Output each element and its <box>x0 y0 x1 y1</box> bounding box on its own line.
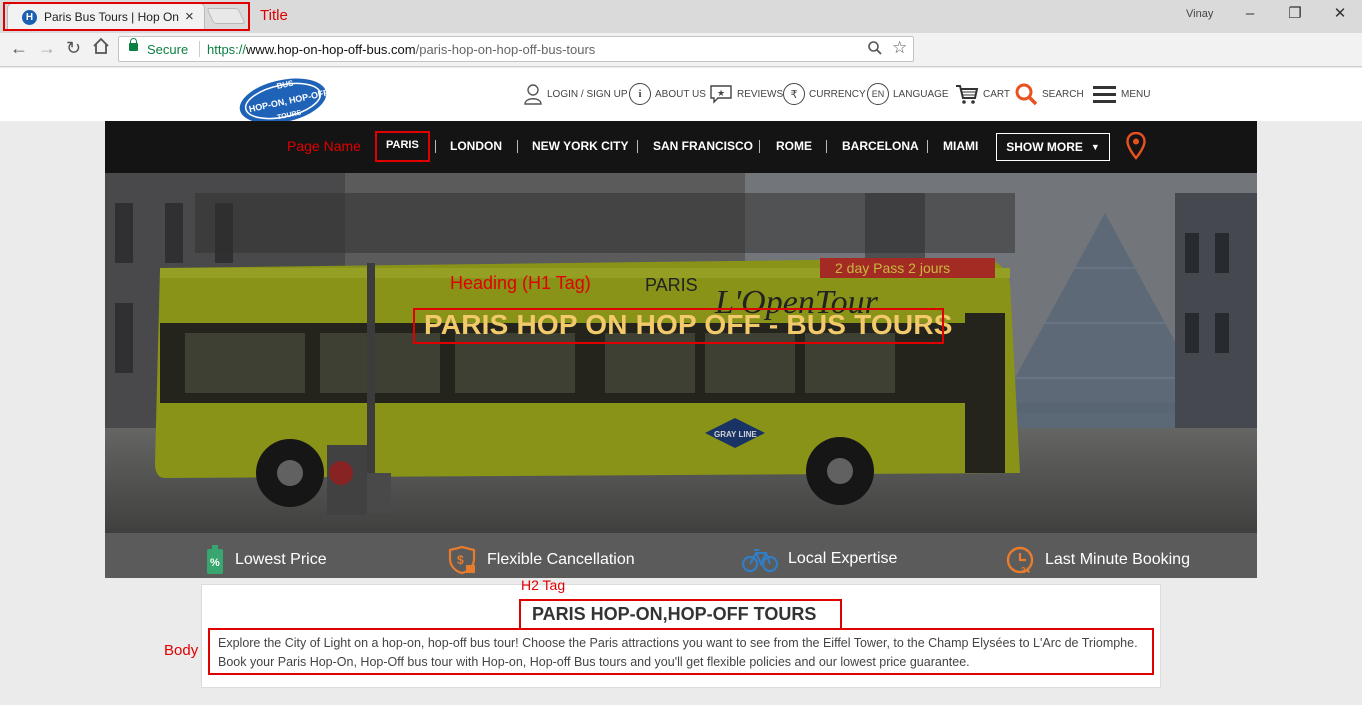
url-scheme: https:// <box>207 42 247 57</box>
secure-label: Secure <box>147 42 189 57</box>
login-signup-link[interactable]: LOGIN / SIGN UP <box>523 81 628 107</box>
nav-rome[interactable]: ROME <box>776 139 812 153</box>
home-icon[interactable] <box>92 37 110 60</box>
svg-text:★: ★ <box>717 89 725 99</box>
features-bar: % Lowest Price $ Flexible Cancellation L… <box>105 533 1257 578</box>
reviews-link[interactable]: ★ REVIEWS <box>709 81 783 107</box>
divider <box>199 41 200 57</box>
address-bar[interactable]: Secure https://www.hop-on-hop-off-bus.co… <box>118 36 914 62</box>
feature-flexible-cancellation: $ Flexible Cancellation <box>447 545 635 575</box>
page-name-annotation-box <box>375 131 430 162</box>
cancellation-icon: $ <box>448 545 476 575</box>
url-domain: www.hop-on-hop-off-bus.com <box>246 42 416 57</box>
search-icon <box>1015 83 1038 106</box>
divider <box>517 140 518 153</box>
feature-label: Flexible Cancellation <box>487 551 635 568</box>
login-label: LOGIN / SIGN UP <box>547 88 628 100</box>
browser-tab-bar: H Paris Bus Tours | Hop On × Title Vinay… <box>0 0 1362 33</box>
title-annotation-box <box>3 2 250 31</box>
divider <box>927 140 928 153</box>
title-annotation: Title <box>260 7 288 24</box>
nav-barcelona[interactable]: BARCELONA <box>842 139 919 153</box>
feature-lowest-price: % Lowest Price <box>205 545 327 575</box>
divider <box>759 140 760 153</box>
page-name-annotation: Page Name <box>287 138 361 154</box>
divider <box>637 140 638 153</box>
url-text[interactable]: https://www.hop-on-hop-off-bus.com/paris… <box>207 42 595 57</box>
show-more-label: SHOW MORE <box>1006 140 1083 154</box>
reload-icon[interactable]: ↻ <box>66 38 81 59</box>
language-selector[interactable]: EN LANGUAGE <box>867 81 949 107</box>
zoom-icon[interactable] <box>867 39 883 61</box>
bicycle-icon <box>742 549 778 573</box>
reviews-label: REVIEWS <box>737 88 784 100</box>
h2-annotation-box <box>519 599 842 630</box>
about-us-link[interactable]: i ABOUT US <box>629 81 706 107</box>
user-icon <box>524 84 542 105</box>
nav-miami[interactable]: MIAMI <box>943 139 978 153</box>
nav-new-york-city[interactable]: NEW YORK CITY <box>532 139 628 153</box>
feature-label: Last Minute Booking <box>1045 551 1190 568</box>
lock-icon <box>129 38 138 51</box>
caret-down-icon: ▼ <box>1090 142 1100 152</box>
clock-24-icon: 24 <box>1006 546 1034 575</box>
feature-label: Lowest Price <box>235 551 327 568</box>
bookmark-star-icon[interactable]: ☆ <box>892 38 907 58</box>
browser-toolbar: ← → ↻ Secure https://www.hop-on-hop-off-… <box>0 33 1362 67</box>
h1-annotation: Heading (H1 Tag) <box>450 273 591 293</box>
feature-last-minute-booking: 24 Last Minute Booking <box>1005 545 1190 575</box>
price-tag-icon: % <box>207 545 223 574</box>
divider <box>826 140 827 153</box>
cart-label: CART <box>983 88 1011 100</box>
language-label: LANGUAGE <box>893 88 949 100</box>
info-icon: i <box>629 83 651 105</box>
cart-link[interactable]: CART <box>955 81 1010 107</box>
close-window-button[interactable]: ✕ <box>1320 3 1360 25</box>
minimize-button[interactable]: – <box>1230 3 1270 25</box>
site-logo[interactable]: BUS HOP-ON, HOP-OFF TOURS <box>236 74 330 126</box>
city-nav-bar: PARIS LONDON NEW YORK CITY SAN FRANCISCO… <box>105 121 1257 173</box>
site-header: BUS HOP-ON, HOP-OFF TOURS LOGIN / SIGN U… <box>0 68 1362 124</box>
about-label: ABOUT US <box>655 88 706 100</box>
menu-button[interactable]: MENU <box>1093 81 1150 107</box>
show-more-button[interactable]: SHOW MORE ▼ <box>996 133 1110 161</box>
svg-text:$: $ <box>457 553 464 567</box>
h1-annotation-box <box>413 308 944 344</box>
language-icon: EN <box>867 83 889 105</box>
feature-local-expertise: Local Expertise <box>742 545 897 573</box>
feature-label: Local Expertise <box>788 550 898 567</box>
currency-label: CURRENCY <box>809 88 866 100</box>
nav-san-francisco[interactable]: SAN FRANCISCO <box>653 139 753 153</box>
maximize-button[interactable]: ❐ <box>1275 3 1315 25</box>
location-pin-icon[interactable] <box>1126 132 1146 160</box>
hero-bus-image: 2 day Pass 2 jours PARIS L'OpenTour GRAY… <box>105 173 1257 533</box>
menu-label: MENU <box>1121 88 1151 100</box>
svg-text:%: % <box>210 557 220 569</box>
reviews-icon: ★ <box>710 85 732 104</box>
body-annotation-box <box>208 628 1154 675</box>
rupee-icon: ₹ <box>783 83 805 105</box>
h2-annotation: H2 Tag <box>521 577 566 593</box>
search-link[interactable]: SEARCH <box>1014 81 1084 107</box>
back-arrow-icon[interactable]: ← <box>10 38 28 59</box>
menu-icon <box>1093 86 1116 103</box>
hero-banner: 2 day Pass 2 jours PARIS L'OpenTour GRAY… <box>105 173 1257 533</box>
url-path: /paris-hop-on-hop-off-bus-tours <box>415 42 596 57</box>
profile-name[interactable]: Vinay <box>1186 8 1213 20</box>
search-label: SEARCH <box>1042 88 1084 100</box>
svg-text:24: 24 <box>1021 566 1030 575</box>
cart-icon <box>956 85 979 104</box>
body-annotation: Body <box>164 642 199 659</box>
forward-arrow-icon[interactable]: → <box>38 38 56 59</box>
currency-selector[interactable]: ₹ CURRENCY <box>783 81 866 107</box>
divider <box>435 140 436 153</box>
nav-london[interactable]: LONDON <box>450 139 502 153</box>
